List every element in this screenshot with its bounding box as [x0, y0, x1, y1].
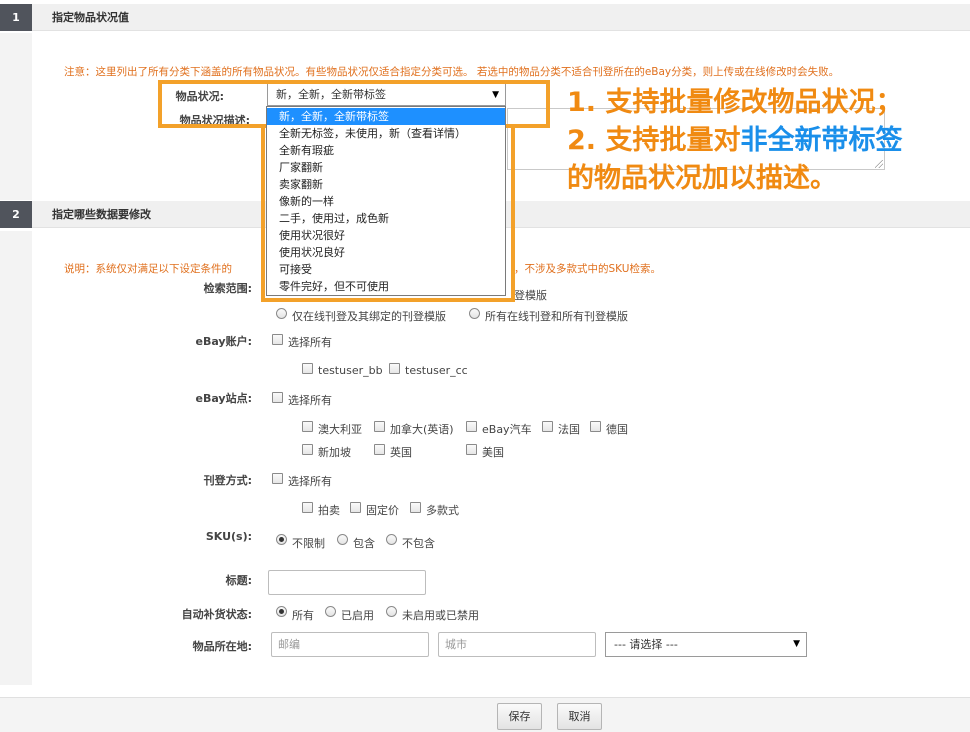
- section1-notice: 注意：这里列出了所有分类下涵盖的所有物品状况。有些物品状况仅适合指定分类可选。 …: [64, 66, 840, 78]
- section2-notice-right: ，不涉及多款式中的SKU检索。: [514, 263, 661, 275]
- site-checkbox-uk[interactable]: [374, 444, 385, 455]
- dropdown-option[interactable]: 像新的一样: [267, 193, 505, 210]
- restock-radio-all[interactable]: [276, 606, 287, 617]
- listing-select-all-label: 选择所有: [288, 475, 332, 488]
- annotation-line-2-highlight: 非全新带标签: [740, 125, 903, 156]
- listing-label-variation: 多款式: [426, 504, 459, 517]
- section2-title: 指定哪些数据要修改: [52, 208, 151, 221]
- dropdown-option[interactable]: 卖家翻新: [267, 176, 505, 193]
- sku-option-unlimited: 不限制: [292, 537, 325, 550]
- resize-grip-icon[interactable]: [875, 160, 883, 168]
- listing-checkbox-variation[interactable]: [410, 502, 421, 513]
- restock-option-all: 所有: [292, 609, 314, 622]
- account-checkbox-bb[interactable]: [302, 363, 313, 374]
- ebay-account-label: eBay账户:: [195, 335, 253, 348]
- chevron-down-icon: ▼: [793, 639, 800, 649]
- scope-option-all: 所有在线刊登和所有刊登模版: [485, 310, 628, 323]
- site-label-ca: 加拿大(英语): [390, 423, 454, 436]
- site-checkbox-fr[interactable]: [542, 421, 553, 432]
- title-label: 标题:: [225, 574, 252, 587]
- search-scope-label: 检索范围:: [203, 282, 252, 295]
- restock-option-disabled: 未启用或已禁用: [402, 609, 479, 622]
- section1-number: 1: [0, 4, 32, 31]
- site-label-us: 美国: [482, 446, 504, 459]
- dropdown-option[interactable]: 厂家翻新: [267, 159, 505, 176]
- search-scope-partial: 登模版: [514, 289, 547, 302]
- site-checkbox-us[interactable]: [466, 444, 477, 455]
- save-button[interactable]: 保存: [497, 703, 542, 730]
- city-placeholder: 城市: [445, 638, 467, 651]
- section1-header: 1 指定物品状况值: [0, 4, 970, 31]
- cancel-button[interactable]: 取消: [557, 703, 602, 730]
- site-label-uk: 英国: [390, 446, 412, 459]
- scope-radio-all[interactable]: [469, 308, 480, 319]
- section2-left-bar: [0, 231, 32, 685]
- annotation-line-3: 的物品状况加以描述。: [567, 163, 837, 194]
- restock-radio-enabled[interactable]: [325, 606, 336, 617]
- account-label-cc: testuser_cc: [405, 364, 468, 377]
- listing-type-label: 刊登方式:: [203, 474, 252, 487]
- footer-bar: [0, 697, 970, 732]
- section2-number: 2: [0, 201, 32, 228]
- account-label-bb: testuser_bb: [318, 364, 383, 377]
- restock-label: 自动补货状态:: [181, 608, 252, 621]
- accounts-select-all-label: 选择所有: [288, 336, 332, 349]
- city-input[interactable]: 城市: [438, 632, 596, 657]
- dropdown-option[interactable]: 零件完好，但不可使用: [267, 278, 505, 295]
- site-checkbox-motors[interactable]: [466, 421, 477, 432]
- dropdown-option[interactable]: 新，全新，全新带标签: [267, 108, 505, 125]
- sku-radio-unlimited[interactable]: [276, 534, 287, 545]
- zip-placeholder: 邮编: [278, 638, 300, 651]
- annotation-line-2: 2. 支持批量对非全新带标签: [567, 118, 902, 157]
- sites-select-all-label: 选择所有: [288, 394, 332, 407]
- site-label-fr: 法国: [558, 423, 580, 436]
- listing-label-fixed: 固定价: [366, 504, 399, 517]
- listing-label-auction: 拍卖: [318, 504, 340, 517]
- region-select[interactable]: --- 请选择 --- ▼: [605, 632, 807, 657]
- title-input[interactable]: [268, 570, 426, 595]
- dropdown-option[interactable]: 可接受: [267, 261, 505, 278]
- dropdown-option[interactable]: 使用状况很好: [267, 227, 505, 244]
- scope-option-online-bound: 仅在线刊登及其绑定的刊登模版: [292, 310, 446, 323]
- site-checkbox-de[interactable]: [590, 421, 601, 432]
- dropdown-option[interactable]: 全新无标签，未使用，新（查看详情）: [267, 125, 505, 142]
- dropdown-option[interactable]: 全新有瑕疵: [267, 142, 505, 159]
- site-label-de: 德国: [606, 423, 628, 436]
- site-label-au: 澳大利亚: [318, 423, 362, 436]
- condition-dropdown-list[interactable]: 新，全新，全新带标签 全新无标签，未使用，新（查看详情） 全新有瑕疵 厂家翻新 …: [266, 106, 506, 296]
- site-checkbox-au[interactable]: [302, 421, 313, 432]
- sites-select-all-checkbox[interactable]: [272, 392, 283, 403]
- sku-radio-include[interactable]: [337, 534, 348, 545]
- ebay-site-label: eBay站点:: [195, 392, 253, 405]
- region-select-value: --- 请选择 ---: [614, 638, 678, 651]
- dropdown-option[interactable]: 二手，使用过，成色新: [267, 210, 505, 227]
- scope-radio-online-bound[interactable]: [276, 308, 287, 319]
- annotation-line-1: 1. 支持批量修改物品状况；: [567, 87, 903, 118]
- sku-radio-exclude[interactable]: [386, 534, 397, 545]
- site-label-motors: eBay汽车: [482, 423, 532, 436]
- sku-label: SKU(s):: [205, 530, 252, 543]
- section1-left-bar: [0, 33, 32, 200]
- section2-notice-left: 说明：系统仅对满足以下设定条件的: [64, 263, 232, 275]
- restock-option-enabled: 已启用: [341, 609, 374, 622]
- listing-checkbox-fixed[interactable]: [350, 502, 361, 513]
- site-checkbox-sg[interactable]: [302, 444, 313, 455]
- sku-option-exclude: 不包含: [402, 537, 435, 550]
- sku-option-include: 包含: [353, 537, 375, 550]
- annotation-line-2-prefix: 2. 支持批量对: [567, 125, 741, 156]
- account-checkbox-cc[interactable]: [389, 363, 400, 374]
- section1-title: 指定物品状况值: [52, 11, 129, 24]
- location-label: 物品所在地:: [192, 640, 252, 653]
- restock-radio-disabled[interactable]: [386, 606, 397, 617]
- listing-select-all-checkbox[interactable]: [272, 473, 283, 484]
- zip-input[interactable]: 邮编: [271, 632, 429, 657]
- site-checkbox-ca[interactable]: [374, 421, 385, 432]
- dropdown-option[interactable]: 使用状况良好: [267, 244, 505, 261]
- accounts-select-all-checkbox[interactable]: [272, 334, 283, 345]
- site-label-sg: 新加坡: [318, 446, 351, 459]
- listing-checkbox-auction[interactable]: [302, 502, 313, 513]
